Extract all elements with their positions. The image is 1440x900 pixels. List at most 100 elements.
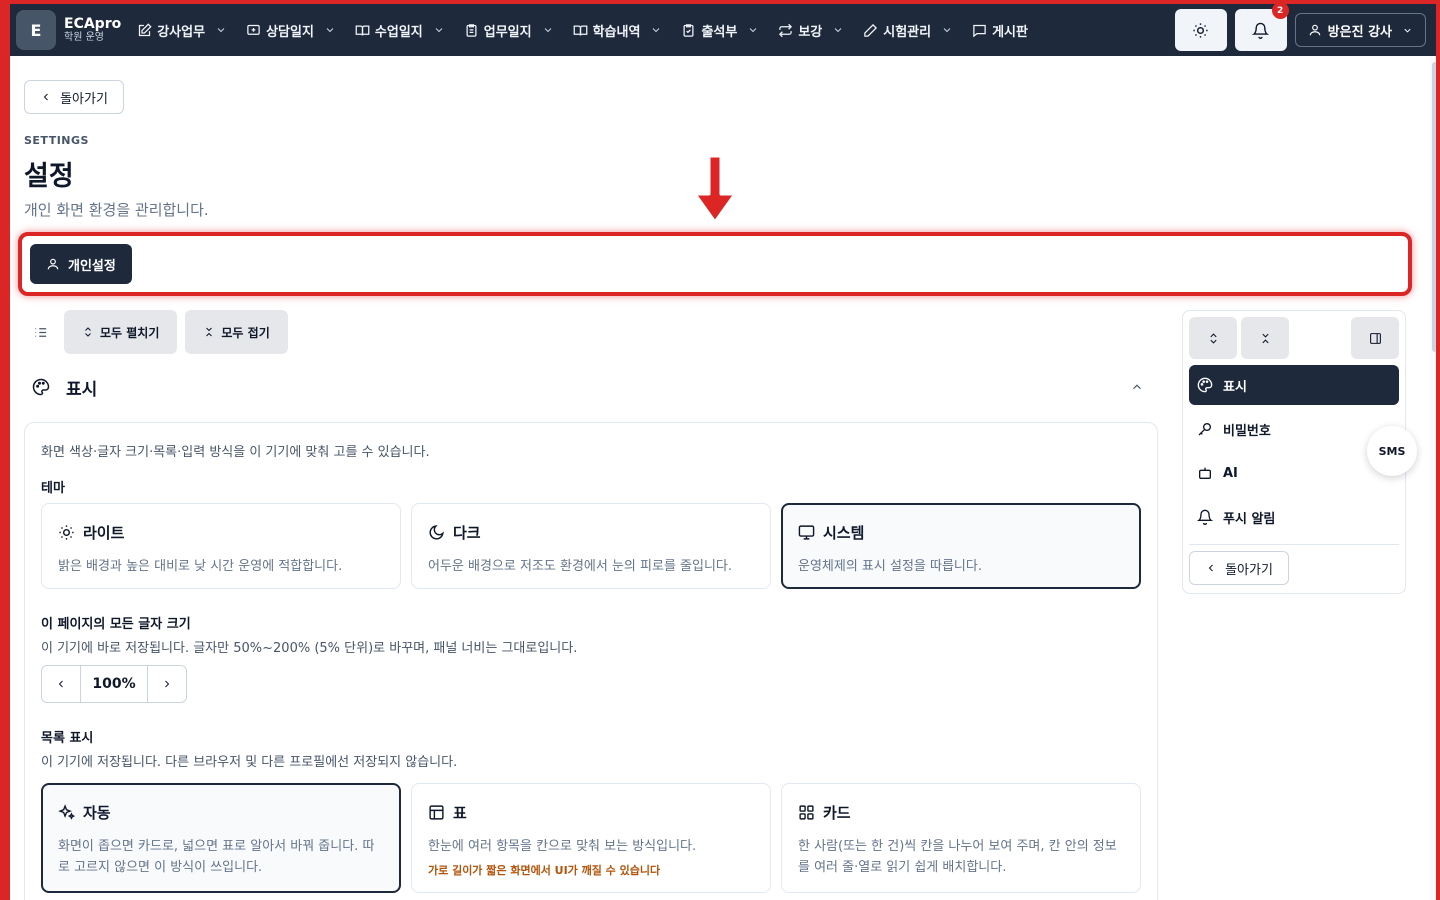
nav-item-exam[interactable]: 시험관리 xyxy=(863,21,958,40)
nav-item-work-log[interactable]: 업무일지 xyxy=(464,21,559,40)
side-item-label: 비밀번호 xyxy=(1223,423,1271,439)
side-collapse-all-button[interactable] xyxy=(1241,317,1289,359)
side-item-label: 푸시 알림 xyxy=(1223,511,1276,527)
frame-left-border xyxy=(0,0,10,900)
settings-tab-bar: 개인설정 xyxy=(18,232,1412,296)
message-plus-icon xyxy=(247,24,260,35)
section-title: 표시 xyxy=(66,379,98,400)
back-button[interactable]: 돌아가기 xyxy=(24,80,124,114)
nav-item-board[interactable]: 게시판 xyxy=(972,21,1028,40)
brand-subtitle: 학원 운영 xyxy=(64,32,104,43)
repeat-icon xyxy=(779,23,793,37)
monitor-icon xyxy=(798,525,815,540)
scrollbar-thumb[interactable] xyxy=(1432,62,1438,352)
option-title: 라이트 xyxy=(83,524,125,542)
nav-item-learning-history[interactable]: 학습내역 xyxy=(573,21,668,40)
clipboard-check-icon xyxy=(683,23,694,37)
message-square-icon xyxy=(973,24,986,37)
font-size-help: 이 기기에 바로 저장됩니다. 글자만 50%~200% (5% 단위)로 바꾸… xyxy=(41,641,578,656)
top-nav: E ECApro 학원 운영 강사업무 상담일지 수업일지 업무일지 학습내역 … xyxy=(10,2,1436,56)
list-toggle-button[interactable] xyxy=(24,310,56,354)
chevrons-down-up-icon xyxy=(206,327,213,337)
nav-label: 수업일지 xyxy=(374,24,423,40)
side-item-label: AI xyxy=(1223,465,1238,481)
list-ordered-icon xyxy=(35,327,46,337)
side-expand-all-button[interactable] xyxy=(1189,317,1237,359)
list-mode-table[interactable]: 표 한눈에 여러 항목을 칸으로 맞춰 보는 방식입니다. 가로 길이가 짧은 … xyxy=(411,783,771,893)
nav-item-class-log[interactable]: 수업일지 xyxy=(355,21,450,40)
brand-logo[interactable]: E xyxy=(16,10,56,50)
option-warning: 가로 길이가 짧은 화면에서 UI가 깨질 수 있습니다 xyxy=(428,863,661,877)
edit-icon xyxy=(139,22,152,36)
option-desc: 화면이 좁으면 카드로, 넓으면 표로 알아서 바꿔 줍니다. 따로 고르지 않… xyxy=(58,839,375,875)
chevron-down-icon xyxy=(544,28,551,33)
chevron-down-icon xyxy=(943,28,951,33)
nav-item-counseling[interactable]: 상담일지 xyxy=(246,21,341,40)
section-toolbar: 모두 펼치기 모두 접기 xyxy=(24,310,296,354)
user-menu-button[interactable]: 방은진 강사 xyxy=(1294,13,1426,47)
font-size-increase-button[interactable] xyxy=(148,666,186,702)
chevron-down-icon xyxy=(1404,28,1411,33)
moon-icon xyxy=(429,525,444,540)
display-section-header[interactable]: 표시 xyxy=(24,372,1154,402)
chevron-up-icon[interactable] xyxy=(1130,380,1144,394)
list-mode-auto[interactable]: 자동 화면이 좁으면 카드로, 넓으면 표로 알아서 바꿔 줍니다. 따로 고르… xyxy=(41,783,401,893)
theme-toggle-button[interactable] xyxy=(1174,9,1227,51)
chevron-down-icon xyxy=(749,28,757,33)
tab-personal-settings[interactable]: 개인설정 xyxy=(30,244,132,284)
side-item-push[interactable]: 푸시 알림 xyxy=(1189,497,1399,537)
font-size-decrease-button[interactable] xyxy=(42,666,80,702)
option-title: 표 xyxy=(453,804,467,822)
side-nav-controls xyxy=(1189,317,1399,359)
option-desc: 한 사람(또는 한 건)씩 칸을 나누어 보여 주며, 칸 안의 정보를 여러 … xyxy=(798,839,1117,875)
nav-item-makeup[interactable]: 보강 xyxy=(778,21,849,40)
font-size-stepper: 100% xyxy=(41,665,187,703)
expand-all-button[interactable]: 모두 펼치기 xyxy=(64,310,178,354)
option-title: 시스템 xyxy=(823,524,865,542)
option-title: 카드 xyxy=(823,804,851,822)
chevron-down-icon xyxy=(217,28,225,33)
sms-floating-button[interactable]: SMS xyxy=(1367,426,1417,476)
book-open-icon xyxy=(355,25,370,36)
page-title: 설정 xyxy=(24,161,74,192)
sun-icon xyxy=(59,525,74,540)
side-item-display[interactable]: 표시 xyxy=(1189,365,1399,405)
font-size-value: 100% xyxy=(80,666,148,702)
nav-item-teacher-work[interactable]: 강사업무 xyxy=(137,21,232,40)
notifications-button[interactable]: 2 xyxy=(1234,2,1289,51)
chevron-down-icon xyxy=(326,28,334,33)
page-scrollbar[interactable] xyxy=(1430,56,1440,900)
brand-text: ECApro 학원 운영 xyxy=(64,17,121,43)
side-back-button[interactable]: 돌아가기 xyxy=(1189,551,1289,585)
page-eyebrow: SETTINGS xyxy=(24,134,89,147)
theme-option-system[interactable]: 시스템 운영체제의 표시 설정을 따릅니다. xyxy=(781,503,1141,589)
list-display-label: 목록 표시 xyxy=(41,731,94,746)
notification-badge: 2 xyxy=(1271,2,1289,19)
nav-item-attendance[interactable]: 출석부 xyxy=(681,21,764,40)
nav-label: 학습내역 xyxy=(592,24,641,40)
collapse-all-button[interactable]: 모두 접기 xyxy=(185,310,288,354)
option-desc: 밝은 배경과 높은 대비로 낮 시간 운영에 적합합니다. xyxy=(58,559,343,574)
back-label: 돌아가기 xyxy=(60,91,108,107)
option-title: 자동 xyxy=(83,804,111,822)
side-panel-toggle-button[interactable] xyxy=(1351,317,1399,359)
theme-option-light[interactable]: 라이트 밝은 배경과 높은 대비로 낮 시간 운영에 적합합니다. xyxy=(41,503,401,589)
sparkles-icon xyxy=(58,804,75,820)
bell-icon xyxy=(1197,509,1213,525)
palette-icon xyxy=(1197,377,1213,393)
chevrons-up-down-icon xyxy=(85,327,91,337)
theme-option-dark[interactable]: 다크 어두운 배경으로 저조도 환경에서 눈의 피로를 줄입니다. xyxy=(411,503,771,589)
option-desc: 어두운 배경으로 저조도 환경에서 눈의 피로를 줄입니다. xyxy=(428,559,733,574)
expand-all-label: 모두 펼치기 xyxy=(100,325,160,340)
bot-icon xyxy=(1199,467,1211,479)
grid-icon xyxy=(799,805,814,820)
clipboard-list-icon xyxy=(466,23,477,37)
nav-right-group: 2 방은진 강사 xyxy=(1167,2,1426,51)
panel-right-icon xyxy=(1369,332,1381,344)
chevron-left-icon xyxy=(58,680,63,688)
list-mode-card[interactable]: 카드 한 사람(또는 한 건)씩 칸을 나누어 보여 주며, 칸 안의 정보를 … xyxy=(781,783,1141,893)
sun-icon xyxy=(1193,22,1208,38)
palette-icon xyxy=(32,378,50,396)
collapse-all-label: 모두 접기 xyxy=(221,325,270,340)
theme-label: 테마 xyxy=(41,481,65,496)
